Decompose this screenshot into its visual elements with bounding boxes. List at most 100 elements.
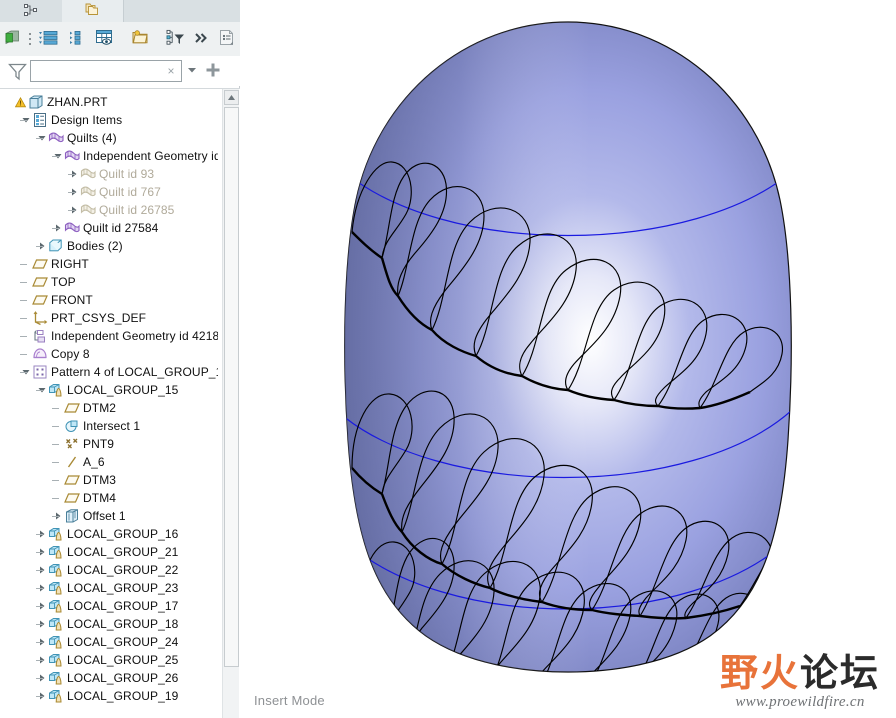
document-settings-icon xyxy=(217,28,237,50)
tree-vertical-scrollbar[interactable] xyxy=(222,89,239,718)
tree-item-pattern-4-of-local-group-15[interactable]: Pattern 4 of LOCAL_GROUP_15 xyxy=(0,363,218,381)
tree-expander-quilt-id-27584[interactable] xyxy=(52,219,63,237)
navigator-panel: × ZHAN.PRT Design Items Quilts (4) Independ… xyxy=(0,0,240,718)
tree-expander-local-group-24[interactable] xyxy=(36,633,47,651)
search-input[interactable] xyxy=(34,61,168,81)
green-cube-icon xyxy=(3,28,22,50)
tree-expander-dtm4 xyxy=(52,489,63,507)
toolbar-overflow-button[interactable] xyxy=(188,24,214,54)
tree-expander-local-group-25[interactable] xyxy=(36,651,47,669)
tree-item-offset-1[interactable]: Offset 1 xyxy=(0,507,218,525)
tree-item-independent-geometry-id[interactable]: Independent Geometry id xyxy=(0,147,218,165)
tree-item-local-group-25[interactable]: LOCAL_GROUP_25 xyxy=(0,651,218,669)
tree-expander-bodies-2[interactable] xyxy=(36,237,47,255)
tree-expander-local-group-22[interactable] xyxy=(36,561,47,579)
tree-item-local-group-16[interactable]: LOCAL_GROUP_16 xyxy=(0,525,218,543)
chevron-down-icon xyxy=(186,64,198,78)
tree-expander-quilt-id-767[interactable] xyxy=(68,183,79,201)
tree-item-design-items[interactable]: Design Items xyxy=(0,111,218,129)
search-input-wrapper[interactable]: × xyxy=(30,60,182,82)
tree-item-label: Quilt id 26785 xyxy=(99,203,175,217)
tree-item-quilt-id-93[interactable]: Quilt id 93 xyxy=(0,165,218,183)
tree-filters-button[interactable] xyxy=(162,24,188,54)
tree-columns-button[interactable] xyxy=(35,24,65,54)
tree-item-label: PNT9 xyxy=(83,437,115,451)
list-rows-icon xyxy=(38,28,62,50)
tree-item-right[interactable]: RIGHT xyxy=(0,255,218,273)
tree-expander-quilt-id-26785[interactable] xyxy=(68,201,79,219)
tree-item-local-group-17[interactable]: LOCAL_GROUP_17 xyxy=(0,597,218,615)
tree-expander-local-group-26[interactable] xyxy=(36,669,47,687)
scroll-up-button[interactable] xyxy=(223,90,239,105)
tree-item-local-group-24[interactable]: LOCAL_GROUP_24 xyxy=(0,633,218,651)
tree-item-dtm4[interactable]: DTM4 xyxy=(0,489,218,507)
tree-display-button[interactable] xyxy=(91,24,119,54)
tree-item-local-group-22[interactable]: LOCAL_GROUP_22 xyxy=(0,561,218,579)
tree-item-quilt-id-767[interactable]: Quilt id 767 xyxy=(0,183,218,201)
tree-expander-local-group-19[interactable] xyxy=(36,687,47,705)
tree-item-local-group-19[interactable]: LOCAL_GROUP_19 xyxy=(0,687,218,705)
model-tree[interactable]: ZHAN.PRT Design Items Quilts (4) Independen… xyxy=(0,89,218,718)
tree-item-independent-geometry-id-42184[interactable]: Independent Geometry id 42184 xyxy=(0,327,218,345)
tree-item-quilts-4[interactable]: Quilts (4) xyxy=(0,129,218,147)
navigator-tabstrip xyxy=(0,0,240,22)
tree-expander-local-group-15[interactable] xyxy=(36,381,47,399)
clear-search-icon[interactable]: × xyxy=(165,64,177,78)
datum-plane-icon xyxy=(63,472,80,489)
scrollbar-thumb[interactable] xyxy=(224,107,239,667)
tree-item-zhan-prt[interactable]: ZHAN.PRT xyxy=(0,93,218,111)
tree-expander-pattern-4-of-local-group-15[interactable] xyxy=(20,363,31,381)
tree-item-prt-csys-def[interactable]: PRT_CSYS_DEF xyxy=(0,309,218,327)
tree-item-local-group-26[interactable]: LOCAL_GROUP_26 xyxy=(0,669,218,687)
tree-item-label: Quilt id 27584 xyxy=(83,221,159,235)
tree-item-dtm2[interactable]: DTM2 xyxy=(0,399,218,417)
tab-model-tree[interactable] xyxy=(0,0,62,22)
model-tree-container: ZHAN.PRT Design Items Quilts (4) Independen… xyxy=(0,88,240,718)
datum-plane-icon xyxy=(31,274,48,291)
tree-item-local-group-18[interactable]: LOCAL_GROUP_18 xyxy=(0,615,218,633)
tree-expander-dtm2 xyxy=(52,399,63,417)
tree-item-bodies-2[interactable]: Bodies (2) xyxy=(0,237,218,255)
tree-expander-independent-geometry-id-42184 xyxy=(20,327,31,345)
tree-item-front[interactable]: FRONT xyxy=(0,291,218,309)
expand-rows-button[interactable] xyxy=(65,24,91,54)
tab-folder-browser[interactable] xyxy=(62,0,124,22)
tree-item-intersect-1[interactable]: Intersect 1 xyxy=(0,417,218,435)
tree-item-label: DTM4 xyxy=(83,491,117,505)
datum-plane-icon xyxy=(31,292,48,309)
layers-button[interactable] xyxy=(127,24,154,54)
tree-item-pnt9[interactable]: PNT9 xyxy=(0,435,218,453)
tree-expander-quilts-4[interactable] xyxy=(36,129,47,147)
tree-item-a-6[interactable]: A_6 xyxy=(0,453,218,471)
toolbar-grip-dots[interactable] xyxy=(25,33,35,45)
tree-item-quilt-id-27584[interactable]: Quilt id 27584 xyxy=(0,219,218,237)
tree-item-quilt-id-26785[interactable]: Quilt id 26785 xyxy=(0,201,218,219)
tree-expander-offset-1[interactable] xyxy=(52,507,63,525)
funnel-icon[interactable] xyxy=(4,61,30,82)
add-filter-button[interactable] xyxy=(202,60,224,82)
tree-item-local-group-23[interactable]: LOCAL_GROUP_23 xyxy=(0,579,218,597)
tree-expander-independent-geometry-id[interactable] xyxy=(52,147,63,165)
tree-expander-local-group-21[interactable] xyxy=(36,543,47,561)
tree-expander-local-group-17[interactable] xyxy=(36,597,47,615)
settings-document-button[interactable] xyxy=(214,24,240,54)
graphics-window[interactable]: Insert Mode 野火论坛 www.proewildfire.cn xyxy=(240,0,896,718)
tree-item-label: Design Items xyxy=(51,113,123,127)
indep-geom-icon xyxy=(31,328,48,345)
tree-expander-local-group-23[interactable] xyxy=(36,579,47,597)
tree-item-top[interactable]: TOP xyxy=(0,273,218,291)
show-display-style-button[interactable] xyxy=(0,24,25,54)
tree-expander-design-items[interactable] xyxy=(20,111,31,129)
search-dropdown-button[interactable] xyxy=(182,60,202,82)
tree-expander-local-group-18[interactable] xyxy=(36,615,47,633)
watermark-dark-text: 论坛 xyxy=(799,651,880,695)
tree-expander-quilt-id-93[interactable] xyxy=(68,165,79,183)
tree-item-local-group-21[interactable]: LOCAL_GROUP_21 xyxy=(0,543,218,561)
tree-item-dtm3[interactable]: DTM3 xyxy=(0,471,218,489)
tree-expander-local-group-16[interactable] xyxy=(36,525,47,543)
model-viewport[interactable] xyxy=(240,0,896,718)
tree-item-local-group-15[interactable]: LOCAL_GROUP_15 xyxy=(0,381,218,399)
tree-item-copy-8[interactable]: Copy 8 xyxy=(0,345,218,363)
tree-item-label: LOCAL_GROUP_25 xyxy=(67,653,179,667)
tree-item-label: ZHAN.PRT xyxy=(47,95,108,109)
